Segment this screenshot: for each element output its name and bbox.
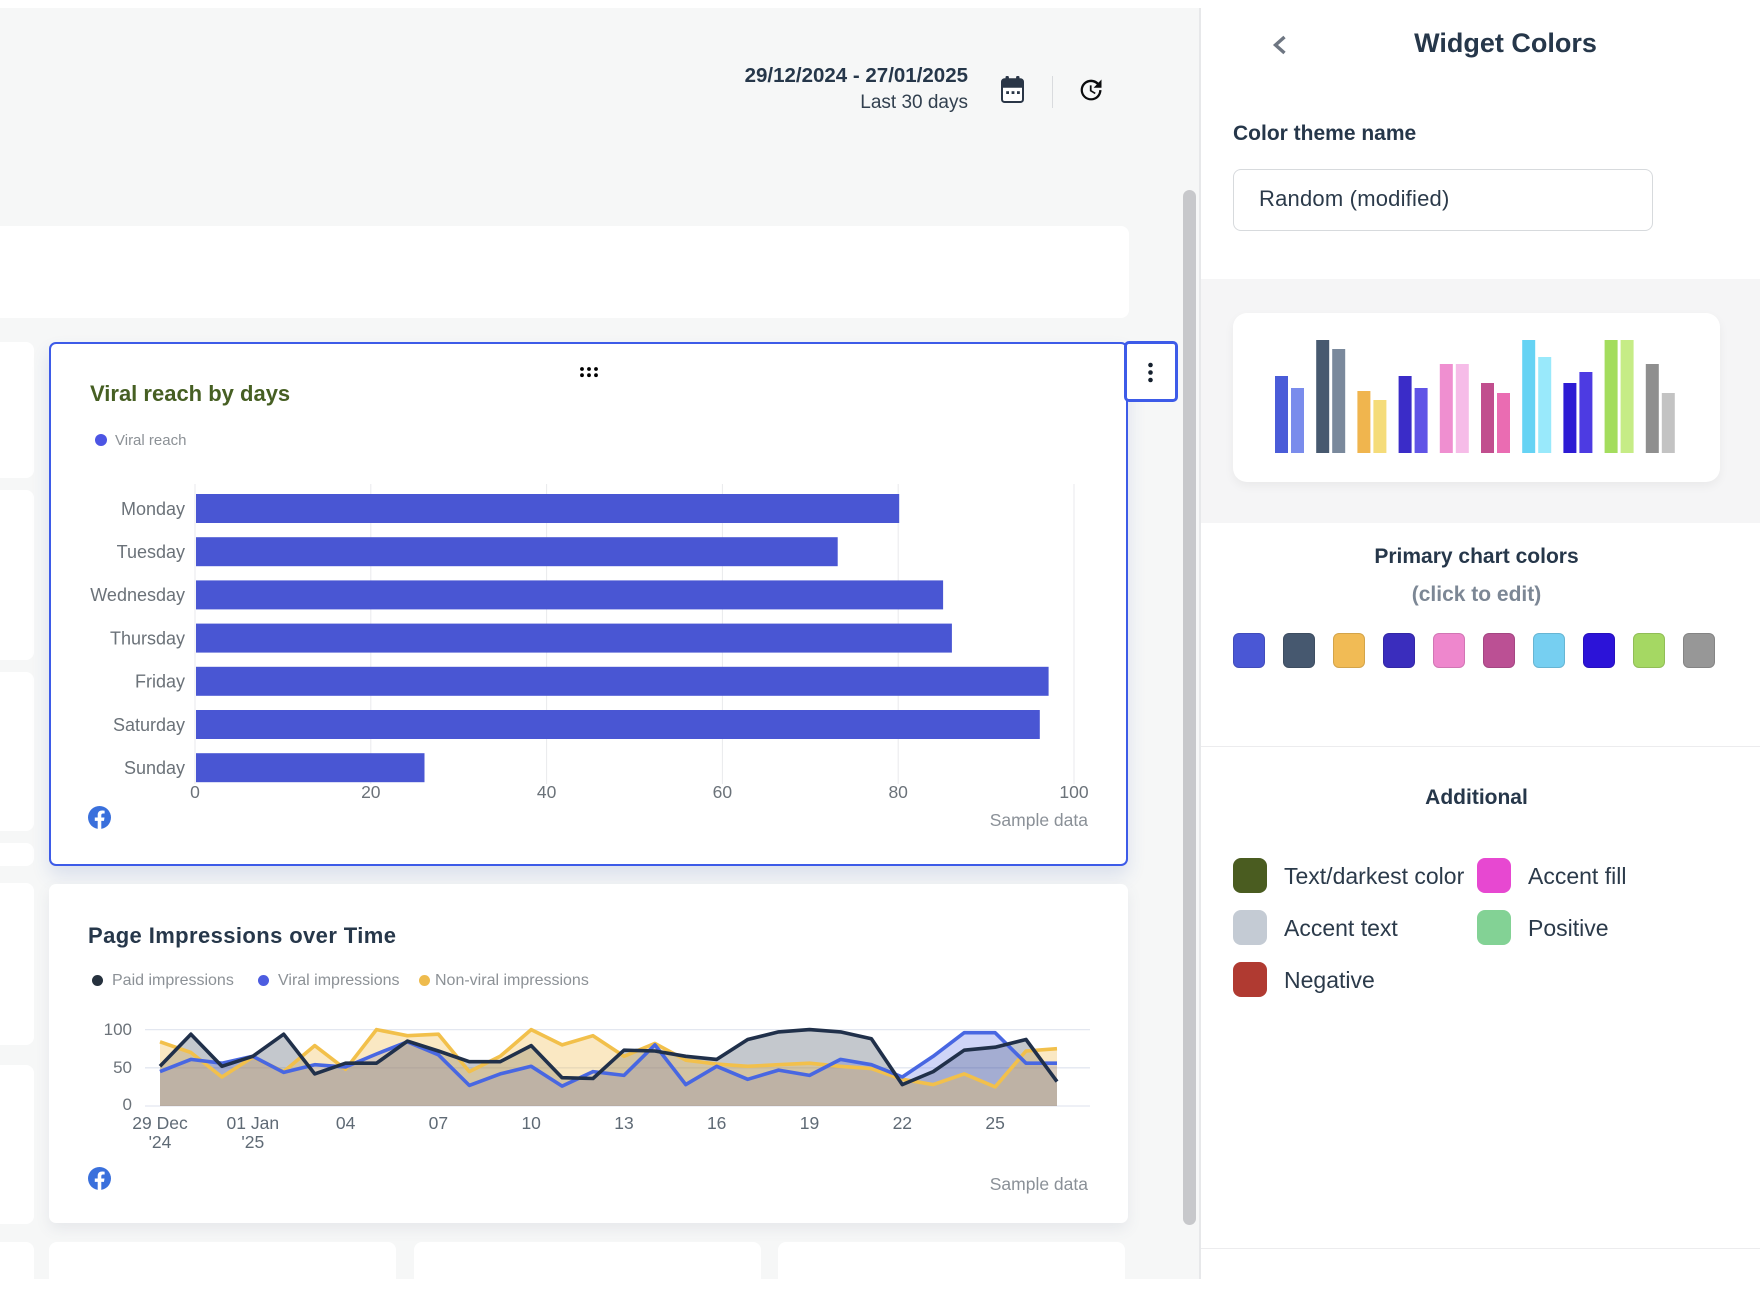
svg-text:25: 25	[985, 1113, 1004, 1133]
svg-text:Sunday: Sunday	[124, 758, 185, 778]
svg-text:'24: '24	[149, 1132, 172, 1152]
svg-text:0: 0	[123, 1095, 132, 1114]
svg-text:Friday: Friday	[135, 672, 185, 692]
svg-text:40: 40	[537, 782, 557, 802]
svg-text:100: 100	[1059, 782, 1088, 802]
svg-text:Wednesday: Wednesday	[90, 585, 185, 605]
svg-text:29 Dec: 29 Dec	[132, 1113, 188, 1133]
svg-text:Saturday: Saturday	[113, 715, 185, 735]
svg-text:80: 80	[888, 782, 908, 802]
svg-text:100: 100	[104, 1020, 132, 1039]
svg-text:01 Jan: 01 Jan	[227, 1113, 280, 1133]
svg-text:'25: '25	[241, 1132, 264, 1152]
svg-text:04: 04	[336, 1113, 356, 1133]
svg-text:0: 0	[190, 782, 200, 802]
svg-text:16: 16	[707, 1113, 726, 1133]
svg-text:22: 22	[893, 1113, 912, 1133]
svg-text:19: 19	[800, 1113, 819, 1133]
svg-text:20: 20	[361, 782, 381, 802]
svg-text:07: 07	[429, 1113, 448, 1133]
svg-text:Monday: Monday	[121, 499, 185, 519]
svg-text:Thursday: Thursday	[110, 628, 185, 648]
svg-text:13: 13	[614, 1113, 633, 1133]
svg-text:60: 60	[713, 782, 733, 802]
svg-text:50: 50	[113, 1058, 132, 1077]
svg-text:Tuesday: Tuesday	[117, 542, 185, 562]
svg-text:10: 10	[521, 1113, 541, 1133]
